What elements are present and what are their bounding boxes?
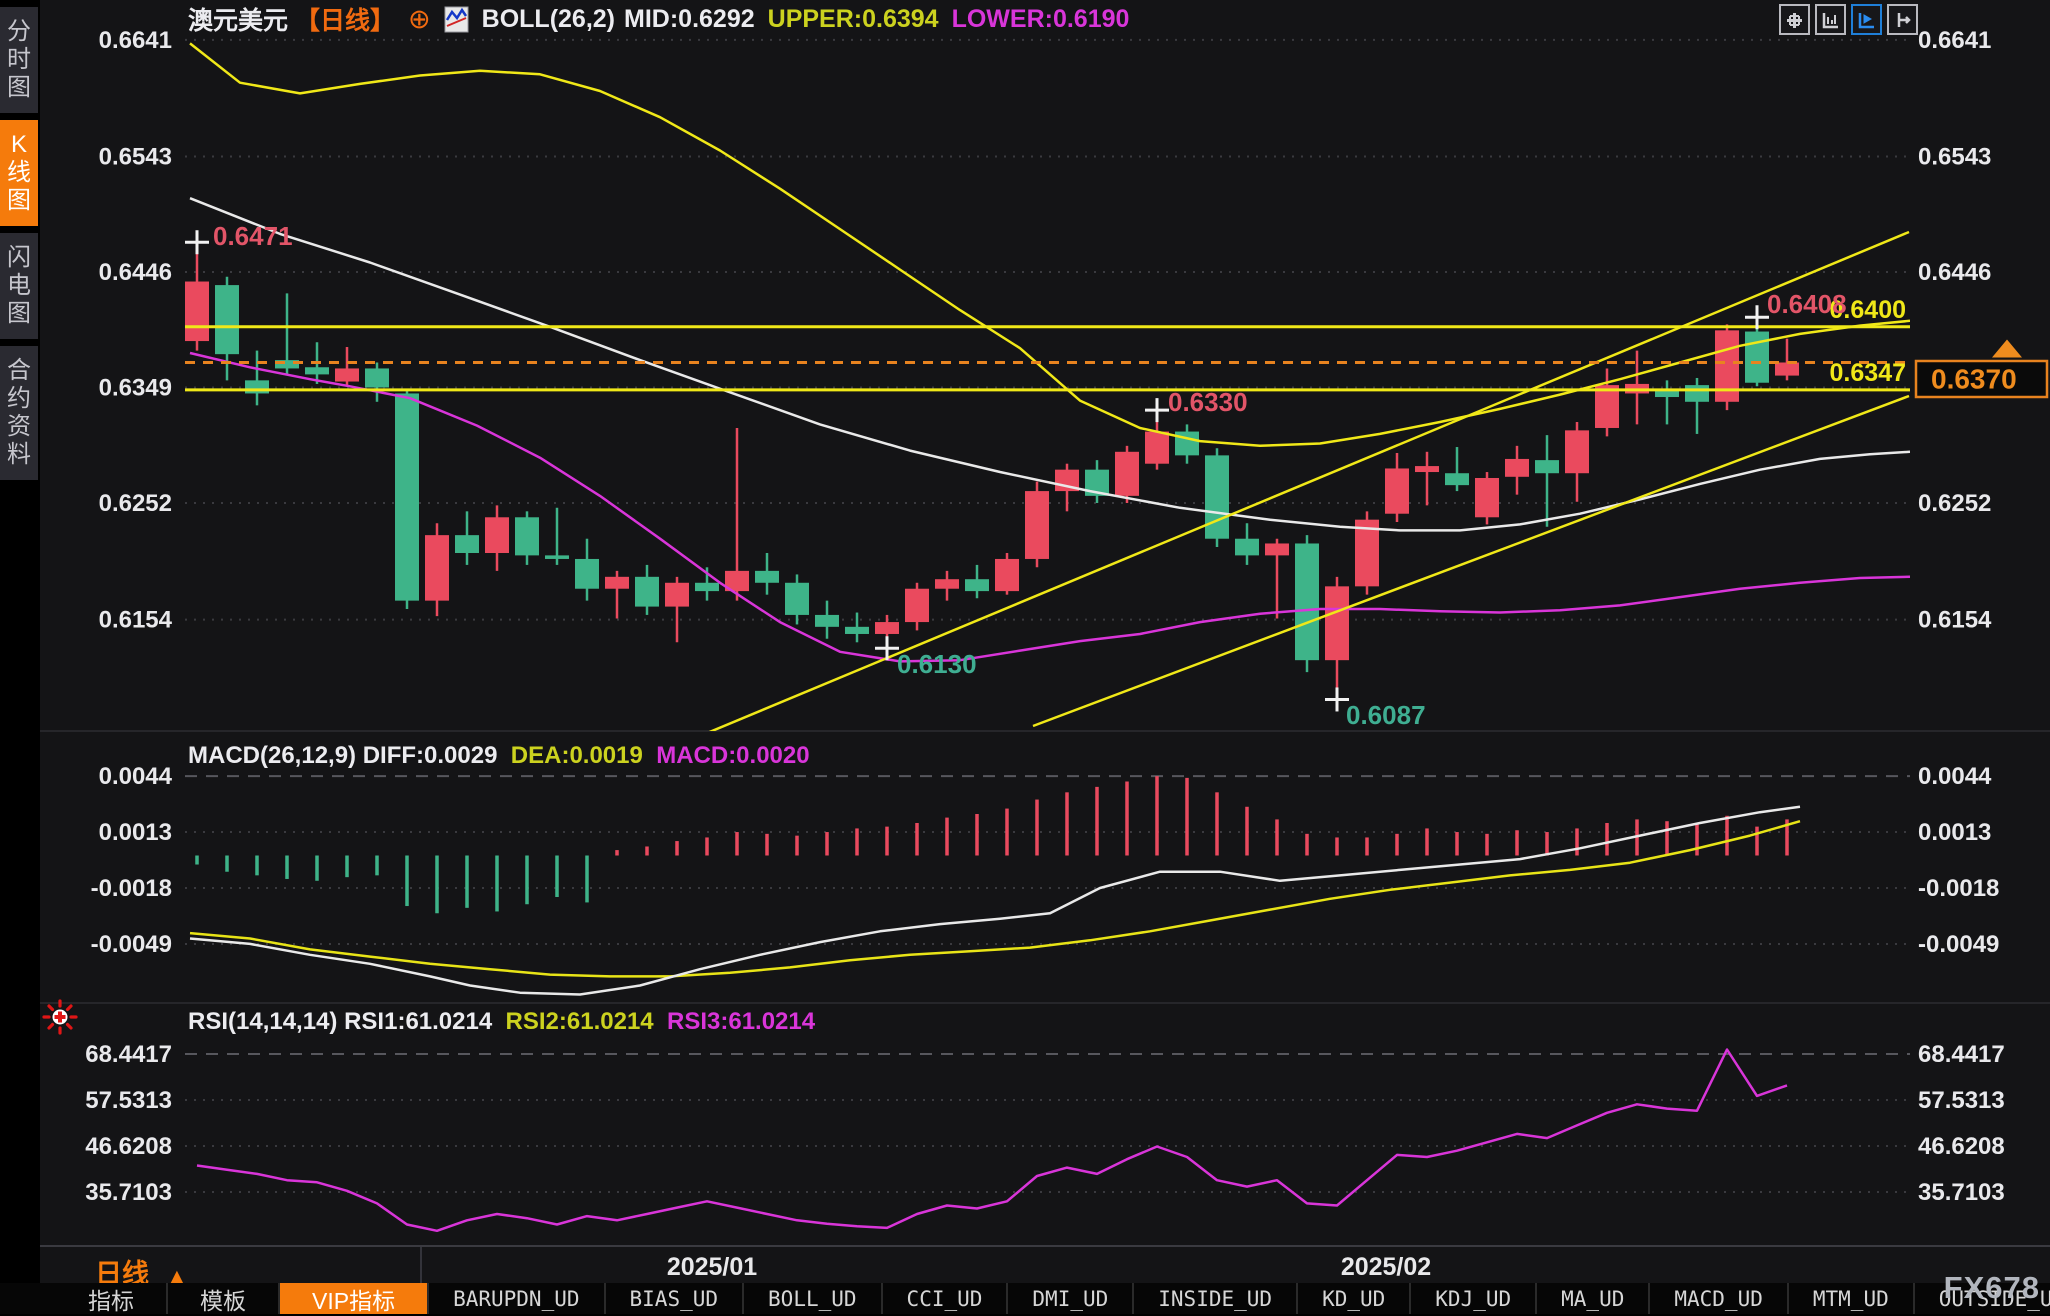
tab-macd_ud[interactable]: MACD_UD <box>1650 1283 1789 1314</box>
svg-text:0.6330: 0.6330 <box>1168 387 1248 417</box>
svg-text:0.6370: 0.6370 <box>1931 363 2017 394</box>
x-axis-label: 2025/02 <box>1341 1253 1431 1282</box>
macd-diff: DIFF:0.0029 <box>363 742 498 769</box>
indicator-icon <box>444 6 469 33</box>
tab-dmi_ud[interactable]: DMI_UD <box>1008 1283 1134 1314</box>
tab-inside_ud[interactable]: INSIDE_UD <box>1134 1283 1298 1314</box>
main-price-pane <box>185 43 1913 736</box>
rsi-header: RSI(14,14,14) RSI1:61.0214 RSI2:61.0214 … <box>188 1008 815 1036</box>
svg-text:57.5313: 57.5313 <box>1918 1087 2005 1114</box>
svg-text:0.0044: 0.0044 <box>1918 763 1992 790</box>
svg-text:0.6154: 0.6154 <box>1918 607 1992 634</box>
extreme-markers <box>185 230 1769 711</box>
svg-text:0.6154: 0.6154 <box>99 607 173 634</box>
svg-text:0.6087: 0.6087 <box>1346 700 1426 730</box>
symbol-name: 澳元美元 <box>188 1 288 37</box>
axis-divider <box>420 1247 422 1283</box>
svg-text:0.6347: 0.6347 <box>1830 359 1906 387</box>
trading-app: { "colors":{"up":"#ea4a5e","down":"#3eb4… <box>0 0 2050 1314</box>
svg-text:35.7103: 35.7103 <box>1918 1179 2005 1206</box>
svg-text:-0.0018: -0.0018 <box>91 875 172 902</box>
macd-pane <box>190 776 1800 994</box>
live-indicator-icon <box>42 999 78 1035</box>
svg-text:68.4417: 68.4417 <box>1918 1041 2005 1068</box>
x-axis-row: 日线 ▲ 2025/012025/02 <box>40 1245 2050 1283</box>
axis-play-icon[interactable] <box>1851 4 1882 35</box>
chart-header: 澳元美元 【日线】 ⊕ BOLL(26,2) MID:0.6292 UPPER:… <box>188 4 1129 34</box>
rsi-2: RSI2:61.0214 <box>506 1008 654 1035</box>
svg-text:46.6208: 46.6208 <box>85 1133 172 1160</box>
macd-dea: DEA:0.0019 <box>511 742 643 769</box>
svg-text:0.6130: 0.6130 <box>897 649 977 679</box>
watermark: FX678 <box>1840 1270 2040 1306</box>
axis-scale-icon[interactable] <box>1815 4 1846 35</box>
boll-upper: UPPER:0.6394 <box>768 5 939 34</box>
svg-text:-0.0049: -0.0049 <box>1918 931 1999 958</box>
last-price-tag: 0.6370 <box>1916 339 2047 397</box>
tab-cci_ud[interactable]: CCI_UD <box>883 1283 1009 1314</box>
tab-[interactable]: 模板 <box>168 1283 280 1314</box>
macd-macd: MACD:0.0020 <box>656 742 809 769</box>
macd-title: MACD(26,12,9) <box>188 742 356 769</box>
tab-[interactable]: 指标 <box>56 1283 168 1314</box>
svg-text:-0.0049: -0.0049 <box>91 931 172 958</box>
rsi-1: RSI1:61.0214 <box>344 1008 492 1035</box>
chart-toolbar <box>1779 4 1918 35</box>
tab-bias_ud[interactable]: BIAS_UD <box>606 1283 745 1314</box>
boll-mid: MID:0.6292 <box>624 5 755 34</box>
macd-header: MACD(26,12,9) DIFF:0.0029 DEA:0.0019 MAC… <box>188 742 810 770</box>
svg-text:0.6446: 0.6446 <box>99 259 172 286</box>
indicator-tabbar: 指标模板VIP指标BARUPDN_UDBIAS_UDBOLL_UDCCI_UDD… <box>0 1283 2050 1314</box>
svg-text:46.6208: 46.6208 <box>1918 1133 2005 1160</box>
chart-canvas[interactable]: 0.6641 0.6641 0.6543 0.6543 0.6446 0.6446 0.63… <box>0 0 2050 1245</box>
svg-text:0.6543: 0.6543 <box>1918 144 1991 171</box>
svg-text:-0.0018: -0.0018 <box>1918 875 1999 902</box>
svg-text:0.6408: 0.6408 <box>1767 289 1847 319</box>
boll-lower: LOWER:0.6190 <box>952 5 1130 34</box>
circle-plus-icon[interactable]: ⊕ <box>408 4 431 35</box>
x-axis-label: 2025/01 <box>667 1253 757 1282</box>
svg-text:0.6446: 0.6446 <box>1918 259 1991 286</box>
svg-text:35.7103: 35.7103 <box>85 1179 172 1206</box>
svg-text:57.5313: 57.5313 <box>85 1087 172 1114</box>
rsi-title: RSI(14,14,14) <box>188 1008 337 1035</box>
svg-text:0.6349: 0.6349 <box>99 374 172 401</box>
svg-text:0.6252: 0.6252 <box>99 490 172 517</box>
tab-boll_ud[interactable]: BOLL_UD <box>744 1283 883 1314</box>
svg-text:0.0013: 0.0013 <box>1918 819 1991 846</box>
period-tag: 【日线】 <box>295 1 395 37</box>
arrow-up-icon <box>1992 339 2022 357</box>
tab-kdj_ud[interactable]: KDJ_UD <box>1411 1283 1537 1314</box>
svg-text:0.6252: 0.6252 <box>1918 490 1991 517</box>
tab-kd_ud[interactable]: KD_UD <box>1298 1283 1411 1314</box>
svg-text:0.6641: 0.6641 <box>99 27 172 54</box>
boll-label: BOLL(26,2) <box>482 5 615 34</box>
rsi-pane <box>197 1050 1787 1231</box>
svg-text:0.6641: 0.6641 <box>1918 27 1991 54</box>
svg-text:68.4417: 68.4417 <box>85 1041 172 1068</box>
rsi-3: RSI3:61.0214 <box>667 1008 815 1035</box>
tab-ma_ud[interactable]: MA_UD <box>1537 1283 1650 1314</box>
svg-text:0.0044: 0.0044 <box>99 763 173 790</box>
tab-barupdn_ud[interactable]: BARUPDN_UD <box>429 1283 605 1314</box>
move-tool-icon[interactable] <box>1779 4 1810 35</box>
axis-shift-icon[interactable] <box>1887 4 1918 35</box>
svg-text:0.6471: 0.6471 <box>213 221 293 251</box>
trend-line <box>700 232 1909 736</box>
tab-vip[interactable]: VIP指标 <box>280 1283 429 1314</box>
svg-text:0.0013: 0.0013 <box>99 819 172 846</box>
svg-text:0.6543: 0.6543 <box>99 144 172 171</box>
